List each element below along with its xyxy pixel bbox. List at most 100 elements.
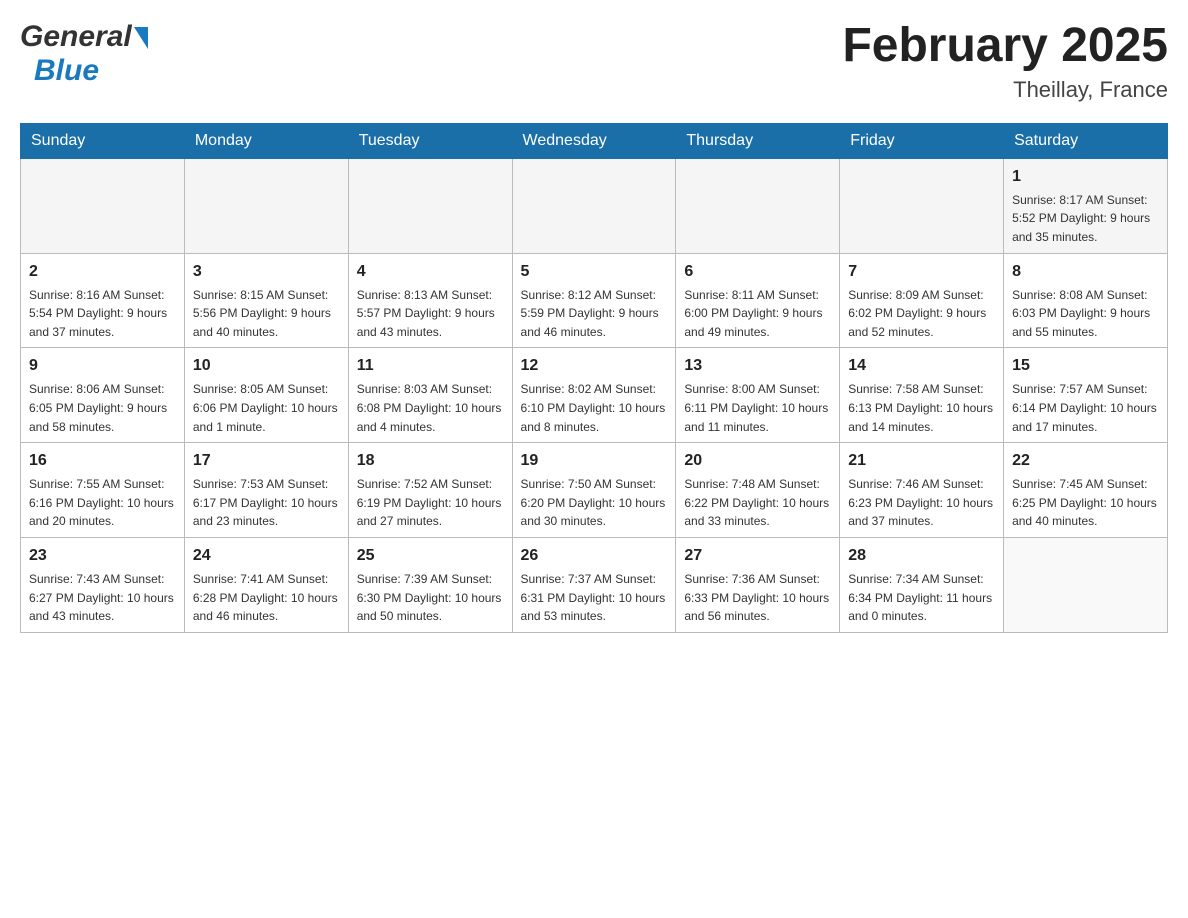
calendar-week-row: 9 Sunrise: 8:06 AM Sunset: 6:05 PM Daylig… — [21, 348, 1168, 443]
day-number: 26 — [521, 544, 668, 568]
calendar-day-cell: 24 Sunrise: 7:41 AM Sunset: 6:28 PM Dayli… — [184, 537, 348, 632]
day-number: 22 — [1012, 449, 1159, 473]
day-number: 15 — [1012, 354, 1159, 378]
calendar-day-cell: 14 Sunrise: 7:58 AM Sunset: 6:13 PM Dayli… — [840, 348, 1004, 443]
day-number: 3 — [193, 260, 340, 284]
calendar-table: SundayMondayTuesdayWednesdayThursdayFrid… — [20, 123, 1168, 633]
calendar-day-cell: 6Sunrise: 8:11 AM Sunset: 6:00 PM Daylig… — [676, 253, 840, 348]
day-number: 25 — [357, 544, 504, 568]
calendar-day-cell — [184, 158, 348, 253]
day-number: 12 — [521, 354, 668, 378]
calendar-day-cell: 1 Sunrise: 8:17 AM Sunset: 5:52 PM Daylig… — [1004, 158, 1168, 253]
calendar-weekday-friday: Friday — [840, 123, 1004, 158]
calendar-day-cell: 9 Sunrise: 8:06 AM Sunset: 6:05 PM Daylig… — [21, 348, 185, 443]
calendar-day-cell — [676, 158, 840, 253]
month-year-title: February 2025 — [842, 20, 1168, 73]
day-info: Sunrise: 8:15 AM Sunset: 5:56 PM Dayligh… — [193, 288, 331, 339]
day-info: Sunrise: 7:57 AM Sunset: 6:14 PM Dayligh… — [1012, 382, 1157, 433]
day-info: Sunrise: 8:17 AM Sunset: 5:52 PM Dayligh… — [1012, 193, 1150, 244]
logo-general-text: General — [20, 20, 132, 54]
day-number: 21 — [848, 449, 995, 473]
day-info: Sunrise: 8:16 AM Sunset: 5:54 PM Dayligh… — [29, 288, 167, 339]
day-number: 20 — [684, 449, 831, 473]
day-info: Sunrise: 7:52 AM Sunset: 6:19 PM Dayligh… — [357, 477, 502, 528]
calendar-day-cell: 19 Sunrise: 7:50 AM Sunset: 6:20 PM Dayli… — [512, 443, 676, 538]
day-info: Sunrise: 8:00 AM Sunset: 6:11 PM Dayligh… — [684, 382, 828, 433]
calendar-weekday-tuesday: Tuesday — [348, 123, 512, 158]
day-info: Sunrise: 7:46 AM Sunset: 6:23 PM Dayligh… — [848, 477, 993, 528]
calendar-day-cell: 3 Sunrise: 8:15 AM Sunset: 5:56 PM Daylig… — [184, 253, 348, 348]
location-subtitle: Theillay, France — [842, 77, 1168, 103]
day-number: 19 — [521, 449, 668, 473]
calendar-day-cell — [1004, 537, 1168, 632]
day-number: 18 — [357, 449, 504, 473]
calendar-day-cell: 7 Sunrise: 8:09 AM Sunset: 6:02 PM Daylig… — [840, 253, 1004, 348]
day-number: 1 — [1012, 165, 1159, 189]
day-number: 2 — [29, 260, 176, 284]
title-section: February 2025 Theillay, France — [842, 20, 1168, 103]
day-number: 10 — [193, 354, 340, 378]
day-number: 16 — [29, 449, 176, 473]
day-number: 13 — [684, 354, 831, 378]
calendar-day-cell: 26 Sunrise: 7:37 AM Sunset: 6:31 PM Dayli… — [512, 537, 676, 632]
calendar-day-cell — [348, 158, 512, 253]
day-number: 9 — [29, 354, 176, 378]
logo: General Blue — [20, 20, 148, 88]
calendar-header-row: SundayMondayTuesdayWednesdayThursdayFrid… — [21, 123, 1168, 158]
day-info: Sunrise: 7:43 AM Sunset: 6:27 PM Dayligh… — [29, 572, 174, 623]
day-number: 7 — [848, 260, 995, 284]
day-number: 4 — [357, 260, 504, 284]
calendar-day-cell — [512, 158, 676, 253]
calendar-week-row: 1 Sunrise: 8:17 AM Sunset: 5:52 PM Daylig… — [21, 158, 1168, 253]
calendar-day-cell: 15 Sunrise: 7:57 AM Sunset: 6:14 PM Dayli… — [1004, 348, 1168, 443]
day-info: Sunrise: 7:53 AM Sunset: 6:17 PM Dayligh… — [193, 477, 338, 528]
calendar-day-cell — [840, 158, 1004, 253]
day-number: 24 — [193, 544, 340, 568]
day-number: 17 — [193, 449, 340, 473]
calendar-day-cell: 11Sunrise: 8:03 AM Sunset: 6:08 PM Dayli… — [348, 348, 512, 443]
calendar-day-cell: 16 Sunrise: 7:55 AM Sunset: 6:16 PM Dayli… — [21, 443, 185, 538]
calendar-day-cell: 25 Sunrise: 7:39 AM Sunset: 6:30 PM Dayli… — [348, 537, 512, 632]
day-number: 8 — [1012, 260, 1159, 284]
calendar-day-cell: 4 Sunrise: 8:13 AM Sunset: 5:57 PM Daylig… — [348, 253, 512, 348]
day-info: Sunrise: 7:45 AM Sunset: 6:25 PM Dayligh… — [1012, 477, 1157, 528]
day-info: Sunrise: 8:09 AM Sunset: 6:02 PM Dayligh… — [848, 288, 986, 339]
calendar-day-cell: 13 Sunrise: 8:00 AM Sunset: 6:11 PM Dayli… — [676, 348, 840, 443]
calendar-weekday-thursday: Thursday — [676, 123, 840, 158]
calendar-day-cell: 21 Sunrise: 7:46 AM Sunset: 6:23 PM Dayli… — [840, 443, 1004, 538]
calendar-week-row: 2 Sunrise: 8:16 AM Sunset: 5:54 PM Daylig… — [21, 253, 1168, 348]
calendar-week-row: 16 Sunrise: 7:55 AM Sunset: 6:16 PM Dayli… — [21, 443, 1168, 538]
logo-arrow-icon — [134, 27, 148, 49]
day-info: Sunrise: 8:08 AM Sunset: 6:03 PM Dayligh… — [1012, 288, 1150, 339]
day-number: 5 — [521, 260, 668, 284]
day-info: Sunrise: 8:06 AM Sunset: 6:05 PM Dayligh… — [29, 382, 167, 433]
page-header: General Blue February 2025 Theillay, Fra… — [20, 20, 1168, 103]
calendar-day-cell: 27Sunrise: 7:36 AM Sunset: 6:33 PM Dayli… — [676, 537, 840, 632]
day-number: 6 — [684, 260, 831, 284]
day-info: Sunrise: 7:37 AM Sunset: 6:31 PM Dayligh… — [521, 572, 666, 623]
day-info: Sunrise: 7:36 AM Sunset: 6:33 PM Dayligh… — [684, 572, 829, 623]
day-info: Sunrise: 7:50 AM Sunset: 6:20 PM Dayligh… — [521, 477, 666, 528]
calendar-day-cell: 5 Sunrise: 8:12 AM Sunset: 5:59 PM Daylig… — [512, 253, 676, 348]
calendar-day-cell — [21, 158, 185, 253]
day-info: Sunrise: 8:13 AM Sunset: 5:57 PM Dayligh… — [357, 288, 495, 339]
day-info: Sunrise: 8:02 AM Sunset: 6:10 PM Dayligh… — [521, 382, 666, 433]
calendar-day-cell: 22 Sunrise: 7:45 AM Sunset: 6:25 PM Dayli… — [1004, 443, 1168, 538]
calendar-weekday-wednesday: Wednesday — [512, 123, 676, 158]
day-info: Sunrise: 7:34 AM Sunset: 6:34 PM Dayligh… — [848, 572, 992, 623]
day-info: Sunrise: 7:55 AM Sunset: 6:16 PM Dayligh… — [29, 477, 174, 528]
calendar-day-cell: 8 Sunrise: 8:08 AM Sunset: 6:03 PM Daylig… — [1004, 253, 1168, 348]
day-info: Sunrise: 7:41 AM Sunset: 6:28 PM Dayligh… — [193, 572, 338, 623]
day-info: Sunrise: 7:39 AM Sunset: 6:30 PM Dayligh… — [357, 572, 502, 623]
calendar-day-cell: 17 Sunrise: 7:53 AM Sunset: 6:17 PM Dayli… — [184, 443, 348, 538]
calendar-day-cell: 10 Sunrise: 8:05 AM Sunset: 6:06 PM Dayli… — [184, 348, 348, 443]
day-number: 14 — [848, 354, 995, 378]
day-number: 28 — [848, 544, 995, 568]
day-info: Sunrise: 7:48 AM Sunset: 6:22 PM Dayligh… — [684, 477, 829, 528]
day-info: Sunrise: 8:12 AM Sunset: 5:59 PM Dayligh… — [521, 288, 659, 339]
day-info: Sunrise: 8:05 AM Sunset: 6:06 PM Dayligh… — [193, 382, 338, 433]
calendar-day-cell: 12 Sunrise: 8:02 AM Sunset: 6:10 PM Dayli… — [512, 348, 676, 443]
day-info: Sunrise: 7:58 AM Sunset: 6:13 PM Dayligh… — [848, 382, 993, 433]
calendar-day-cell: 18 Sunrise: 7:52 AM Sunset: 6:19 PM Dayli… — [348, 443, 512, 538]
calendar-week-row: 23Sunrise: 7:43 AM Sunset: 6:27 PM Dayli… — [21, 537, 1168, 632]
